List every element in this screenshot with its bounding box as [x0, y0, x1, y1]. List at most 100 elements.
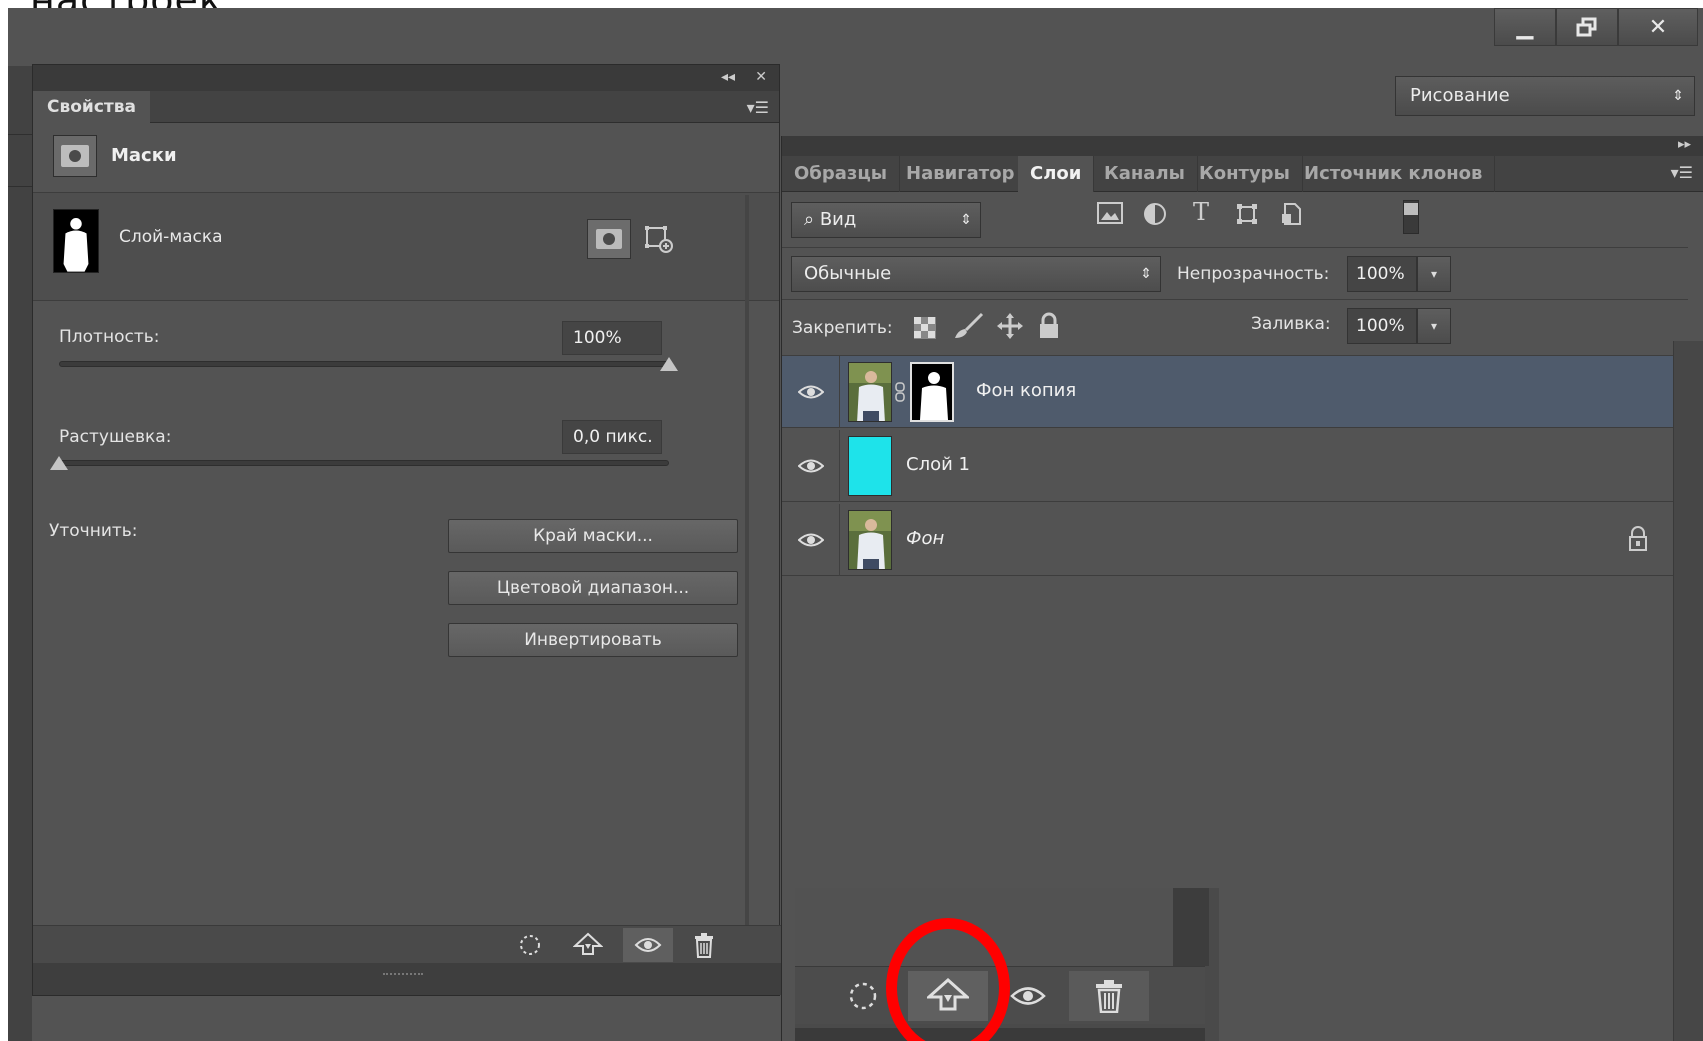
- window-title-bar: ▁ ✕: [8, 8, 1703, 66]
- vector-mask-icon: [645, 226, 673, 253]
- lock-label: Закрепить:: [792, 318, 893, 338]
- options-bar: Рисование ⇕: [781, 64, 1703, 136]
- layer-name[interactable]: Слой 1: [906, 454, 970, 475]
- delete-mask-button[interactable]: [679, 928, 729, 962]
- opacity-dropdown-button[interactable]: ▾: [1417, 256, 1451, 292]
- layer-thumbnail: [848, 510, 892, 570]
- select-arrows-icon: ⇕: [1672, 88, 1684, 104]
- layer-mask-thumbnail[interactable]: [910, 362, 954, 422]
- color-range-button[interactable]: Цветовой диапазон...: [448, 571, 738, 605]
- layer-row[interactable]: Фон копия: [782, 356, 1688, 428]
- layer-visibility-toggle[interactable]: [782, 430, 840, 502]
- layer-visibility-toggle[interactable]: [782, 356, 840, 428]
- layer-lock-icon: [1628, 526, 1648, 556]
- feather-label: Растушевка:: [59, 427, 172, 447]
- tab-navigator[interactable]: Навигатор: [894, 156, 1028, 192]
- eye-icon: [797, 533, 824, 547]
- blend-mode-value: Обычные: [804, 263, 892, 284]
- feather-slider-track[interactable]: [59, 460, 669, 466]
- lock-image-pixels-icon[interactable]: [952, 312, 984, 344]
- lock-transparent-pixels-icon[interactable]: [914, 317, 936, 343]
- properties-footer: [33, 925, 781, 963]
- fill-dropdown-button[interactable]: ▾: [1417, 308, 1451, 344]
- trash-icon: [1096, 980, 1122, 1013]
- layer-mask-row: Слой-маска: [33, 193, 779, 301]
- mask-edge-button[interactable]: Край маски...: [448, 519, 738, 553]
- opacity-field[interactable]: 100%: [1347, 256, 1417, 292]
- filter-adjustment-layers-icon[interactable]: [1140, 202, 1170, 228]
- apply-mask-button[interactable]: [563, 928, 613, 962]
- close-window-button[interactable]: ✕: [1618, 8, 1698, 46]
- toggle-mask-visibility-button[interactable]: [623, 928, 673, 962]
- layer-visibility-toggle[interactable]: [782, 504, 840, 576]
- trash-icon: [695, 933, 713, 958]
- mask-link-icon[interactable]: [894, 382, 906, 406]
- filter-pixel-layers-icon[interactable]: [1095, 202, 1125, 228]
- density-slider-handle[interactable]: [660, 357, 678, 371]
- minimize-button[interactable]: ▁: [1494, 8, 1556, 46]
- layer-row[interactable]: Слой 1: [782, 430, 1688, 502]
- tab-swatches[interactable]: Образцы: [782, 156, 900, 192]
- tab-layers[interactable]: Слои: [1018, 156, 1095, 192]
- tools-strip: [8, 66, 32, 1041]
- layer-name[interactable]: Фон копия: [976, 380, 1076, 401]
- chevron-down-icon: ▾: [1430, 267, 1438, 281]
- mask-thumbnail: [53, 209, 99, 273]
- properties-scrollbar[interactable]: [745, 195, 749, 925]
- selection-icon: [520, 935, 540, 955]
- tab-clone-source[interactable]: Источник клонов: [1292, 156, 1496, 192]
- lock-all-icon[interactable]: [1038, 312, 1060, 344]
- masks-section-title: Маски: [33, 123, 779, 193]
- restore-button[interactable]: [1556, 8, 1618, 46]
- density-label: Плотность:: [59, 327, 160, 347]
- collapse-panel-icon[interactable]: ◂◂: [721, 69, 735, 85]
- layer-filter-select[interactable]: ⌕ Вид ⇕: [791, 202, 981, 238]
- photoshop-window: ▁ ✕ ◂◂ ✕ Свойства ▾☰ Маски Слой-маска Пл…: [8, 8, 1703, 1041]
- footer-scrollbar[interactable]: [1173, 888, 1209, 966]
- apply-mask-icon: [573, 932, 603, 955]
- fill-field[interactable]: 100%: [1347, 308, 1417, 344]
- opacity-label: Непрозрачность:: [1177, 264, 1330, 284]
- eye-icon: [1010, 987, 1046, 1005]
- masks-title: Маски: [111, 145, 177, 166]
- layers-scrollbar[interactable]: [1673, 341, 1703, 1041]
- layers-panel-menu-icon[interactable]: ▾☰: [1671, 163, 1693, 182]
- layers-panel-tabs: Образцы Навигатор Слои Каналы Контуры Ис…: [782, 156, 1703, 192]
- invert-button[interactable]: Инвертировать: [448, 623, 738, 657]
- refine-label: Уточнить:: [49, 521, 138, 541]
- properties-resize-bar[interactable]: [33, 963, 781, 995]
- add-vector-mask-button[interactable]: [637, 219, 681, 259]
- blend-mode-select[interactable]: Обычные ⇕: [791, 256, 1161, 292]
- workspace-select[interactable]: Рисование ⇕: [1395, 76, 1695, 116]
- eye-icon: [634, 938, 662, 952]
- feather-field[interactable]: 0,0 пикс.: [562, 420, 662, 454]
- density-slider-track[interactable]: [59, 361, 669, 367]
- filter-toggle-switch[interactable]: [1403, 200, 1419, 234]
- filter-shape-layers-icon[interactable]: [1232, 202, 1262, 228]
- close-icon: ✕: [1648, 14, 1668, 40]
- close-panel-icon[interactable]: ✕: [755, 69, 767, 85]
- fill-label: Заливка:: [1251, 314, 1331, 334]
- lock-position-icon[interactable]: [996, 312, 1024, 344]
- layer-thumbnail: [848, 362, 892, 422]
- layers-footer: [795, 888, 1219, 1041]
- filter-type-layers-icon[interactable]: T: [1186, 198, 1216, 226]
- layer-thumbnail: [848, 436, 892, 496]
- feather-slider-handle[interactable]: [50, 456, 68, 470]
- delete-mask-button[interactable]: [1069, 971, 1149, 1021]
- search-icon: ⌕: [804, 209, 820, 230]
- lock-fill-row: Закрепить: Заливка: 100% ▾: [782, 300, 1688, 356]
- density-field[interactable]: 100%: [562, 321, 662, 355]
- load-selection-from-mask-button[interactable]: [505, 928, 555, 962]
- layer-filter-row: ⌕ Вид ⇕ T: [782, 192, 1688, 248]
- tab-paths[interactable]: Контуры: [1187, 156, 1303, 192]
- tab-channels[interactable]: Каналы: [1092, 156, 1198, 192]
- tab-properties[interactable]: Свойства: [33, 91, 150, 123]
- selection-icon: [849, 982, 877, 1010]
- panel-menu-icon[interactable]: ▾☰: [747, 98, 769, 117]
- expand-panel-icon[interactable]: ▸▸: [1678, 137, 1691, 152]
- filter-smart-objects-icon[interactable]: [1276, 202, 1306, 228]
- layer-name[interactable]: Фон: [906, 528, 944, 549]
- layer-row[interactable]: Фон: [782, 504, 1688, 576]
- select-layer-mask-button[interactable]: [587, 219, 631, 259]
